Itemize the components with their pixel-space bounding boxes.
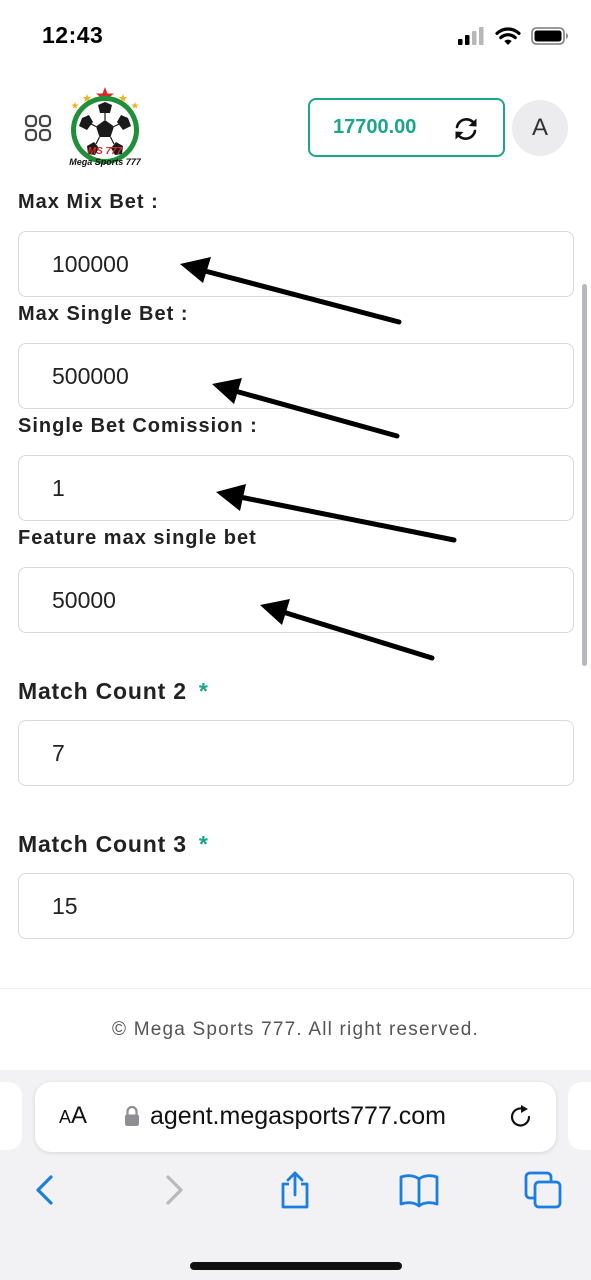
- brand-logo-ms: MS 777: [87, 146, 123, 157]
- share-icon[interactable]: [275, 1170, 315, 1210]
- scrollbar-thumb[interactable]: [582, 284, 587, 666]
- brand-logo[interactable]: MS 777 Mega Sports 777: [60, 84, 150, 176]
- url-text: agent.megasports777.com: [150, 1102, 447, 1130]
- single-bet-commission-label: Single Bet Comission :: [18, 415, 258, 437]
- settings-form: Max Mix Bet : Max Single Bet : Single Be…: [0, 188, 591, 988]
- match-count-2-input[interactable]: [18, 720, 574, 786]
- wifi-icon: [495, 27, 521, 45]
- avatar-letter: A: [531, 114, 548, 141]
- match-count-3-input[interactable]: [18, 873, 574, 939]
- status-time: 12:43: [42, 22, 104, 48]
- match-count-3-label-text: Match Count 3: [18, 831, 187, 857]
- back-icon[interactable]: [26, 1170, 66, 1210]
- lock-icon: [125, 1105, 139, 1126]
- user-avatar[interactable]: A: [512, 100, 568, 156]
- refresh-icon[interactable]: [451, 114, 481, 144]
- balance-value: 17700.00: [333, 116, 417, 138]
- text-size-small-a: A: [59, 1107, 72, 1127]
- text-size-big-a: A: [71, 1102, 88, 1129]
- max-mix-bet-input[interactable]: [18, 231, 574, 297]
- single-bet-commission-input[interactable]: [18, 455, 574, 521]
- required-marker: *: [198, 831, 209, 857]
- app-header: MS 777 Mega Sports 777 17700.00 A: [0, 70, 591, 188]
- bookmarks-icon[interactable]: [399, 1170, 439, 1210]
- browser-toolbar: AA agent.megasports777.com: [0, 1070, 591, 1280]
- grid-menu-icon[interactable]: [24, 114, 52, 142]
- match-count-2-label-text: Match Count 2: [18, 678, 187, 704]
- home-indicator[interactable]: [190, 1262, 402, 1270]
- page-footer: © Mega Sports 777. All right reserved.: [0, 988, 591, 1070]
- match-count-2-label: Match Count 2 *: [18, 678, 209, 705]
- balance-display[interactable]: 17700.00: [308, 98, 505, 157]
- battery-icon: [531, 27, 568, 45]
- status-icons: [457, 24, 569, 48]
- max-mix-bet-label: Max Mix Bet :: [18, 191, 159, 213]
- forward-icon[interactable]: [153, 1170, 193, 1210]
- max-single-bet-label: Max Single Bet :: [18, 303, 189, 325]
- match-count-3-label: Match Count 3 *: [18, 831, 209, 858]
- text-size-button[interactable]: AA: [59, 1102, 87, 1130]
- reload-icon[interactable]: [508, 1104, 534, 1130]
- address-bar[interactable]: AA agent.megasports777.com: [35, 1082, 556, 1152]
- max-single-bet-input[interactable]: [18, 343, 574, 409]
- cellular-signal-icon: [458, 27, 484, 45]
- copyright-text: © Mega Sports 777. All right reserved.: [112, 1019, 479, 1040]
- previous-tab-preview[interactable]: [0, 1082, 22, 1150]
- tabs-icon[interactable]: [523, 1170, 563, 1210]
- status-bar: 12:43: [0, 0, 591, 70]
- required-marker: *: [198, 678, 209, 704]
- brand-logo-text: MS 777 Mega Sports 777: [60, 146, 150, 167]
- feature-max-single-bet-label: Feature max single bet: [18, 527, 257, 549]
- feature-max-single-bet-input[interactable]: [18, 567, 574, 633]
- brand-logo-name: Mega Sports 777: [69, 157, 141, 167]
- next-tab-preview[interactable]: [568, 1082, 591, 1150]
